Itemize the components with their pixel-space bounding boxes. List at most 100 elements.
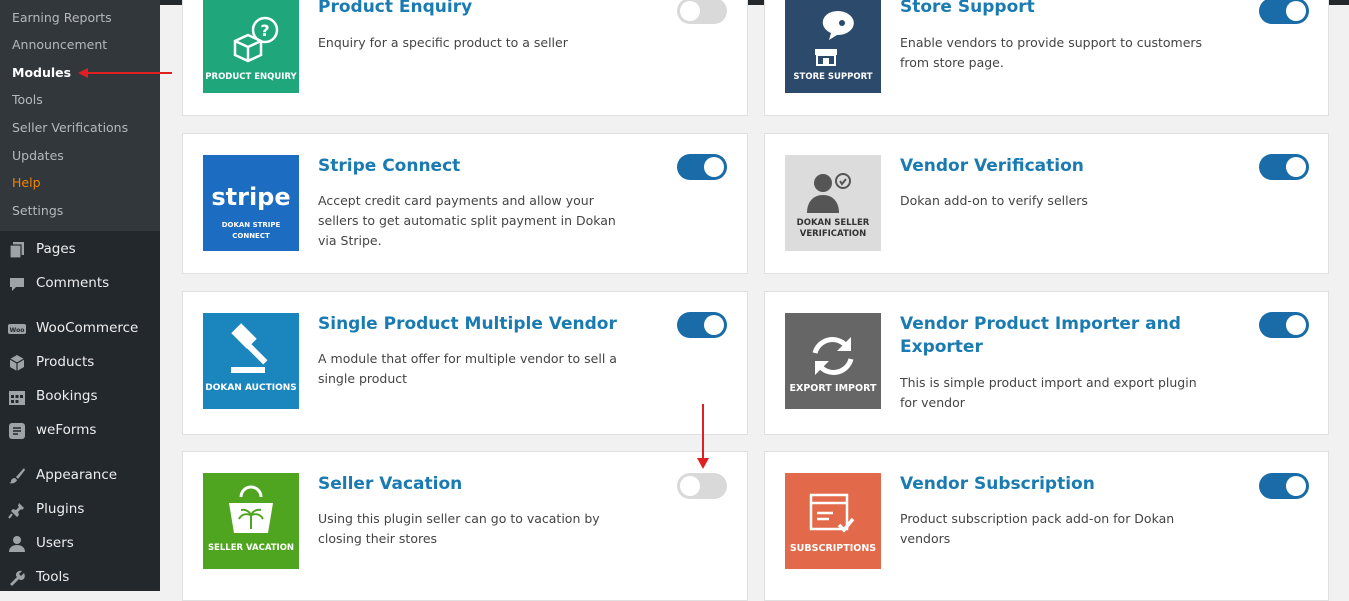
module-toggle-stripe-connect[interactable]: [677, 154, 727, 180]
desc-line: Enquiry for a specific product to a sell…: [318, 35, 568, 50]
module-title: Store Support: [900, 0, 1035, 17]
thumb-label: DOKAN AUCTIONS: [205, 383, 297, 393]
plugin-icon: [8, 501, 26, 519]
title-line: Exporter: [900, 337, 983, 357]
module-toggle-vendor-product-importer[interactable]: [1259, 312, 1309, 338]
menu-label: Comments: [36, 275, 110, 291]
submenu-earning-reports[interactable]: Earning Reports: [12, 10, 112, 25]
module-description: A module that offer for multiple vendor …: [318, 349, 617, 389]
menu-appearance[interactable]: Appearance: [0, 458, 160, 492]
module-thumbnail: EXPORT IMPORT: [785, 313, 881, 409]
paintbrush-icon: [8, 467, 26, 485]
menu-label: weForms: [36, 422, 97, 438]
thumb-label: STORE SUPPORT: [793, 72, 873, 82]
thumb-label-line: VERIFICATION: [799, 229, 867, 239]
subscription-icon: [809, 493, 855, 533]
toggle-knob: [704, 315, 724, 335]
module-toggle-vendor-subscription[interactable]: [1259, 473, 1309, 499]
module-thumbnail: STORE SUPPORT: [785, 0, 881, 93]
module-toggle-single-product-multiple-vendor[interactable]: [677, 312, 727, 338]
menu-tools[interactable]: Tools: [0, 560, 160, 594]
menu-label: Plugins: [36, 501, 85, 517]
module-thumbnail: ? PRODUCT ENQUIRY: [203, 0, 299, 93]
pages-icon: [8, 241, 26, 259]
svg-text:?: ?: [260, 21, 269, 40]
submenu-modules[interactable]: Modules: [12, 65, 71, 80]
module-toggle-product-enquiry[interactable]: [677, 0, 727, 24]
desc-line: sellers to get automatic split payment i…: [318, 213, 616, 228]
module-description: This is simple product import and export…: [900, 373, 1197, 413]
users-icon: [8, 535, 26, 553]
module-description: Enable vendors to provide support to cus…: [900, 33, 1202, 73]
menu-weforms[interactable]: weForms: [0, 413, 160, 447]
menu-woocommerce[interactable]: Woo WooCommerce: [0, 311, 160, 345]
thumb-label: SELLER VACATION: [207, 543, 295, 553]
desc-line: Accept credit card payments and allow yo…: [318, 193, 594, 208]
module-title: Vendor Verification: [900, 156, 1084, 176]
thumb-label: DOKAN STRIPE CONNECT: [221, 221, 281, 240]
module-card-product-enquiry: ? PRODUCT ENQUIRY Product Enquiry Enquir…: [182, 0, 748, 116]
desc-line: from store page.: [900, 55, 1004, 70]
weforms-icon: [8, 422, 26, 440]
products-icon: [8, 354, 26, 372]
module-card-vendor-verification: DOKAN SELLER VERIFICATION Vendor Verific…: [764, 133, 1329, 274]
submenu-updates[interactable]: Updates: [12, 148, 64, 163]
desc-line: A module that offer for multiple vendor …: [318, 351, 617, 366]
thumb-label: DOKAN SELLER VERIFICATION: [785, 218, 881, 240]
submenu-help[interactable]: Help: [12, 175, 41, 190]
menu-pages[interactable]: Pages: [0, 232, 160, 266]
menu-plugins[interactable]: Plugins: [0, 492, 160, 526]
module-thumbnail: DOKAN SELLER VERIFICATION: [785, 155, 881, 251]
module-toggle-store-support[interactable]: [1259, 0, 1309, 24]
menu-label: Bookings: [36, 388, 98, 404]
dokan-submenu: Earning Reports Announcement Modules Too…: [0, 0, 160, 231]
module-toggle-vendor-verification[interactable]: [1259, 154, 1309, 180]
module-toggle-seller-vacation[interactable]: [677, 473, 727, 499]
module-description: Dokan add-on to verify sellers: [900, 191, 1088, 211]
menu-label: Tools: [36, 569, 70, 585]
thumb-label: PRODUCT ENQUIRY: [205, 72, 297, 82]
sync-arrows-icon: [812, 337, 854, 375]
toggle-knob: [1286, 1, 1306, 21]
desc-line: This is simple product import and export…: [900, 375, 1197, 390]
module-card-stripe-connect: stripe DOKAN STRIPE CONNECT Stripe Conne…: [182, 133, 748, 274]
toggle-knob: [680, 476, 700, 496]
submenu-tools[interactable]: Tools: [12, 92, 43, 107]
comments-icon: [8, 275, 26, 293]
toggle-knob: [1286, 476, 1306, 496]
stripe-icon: stripe: [211, 183, 291, 211]
desc-line: closing their stores: [318, 531, 438, 546]
desc-line: vendors: [900, 531, 951, 546]
module-title: Stripe Connect: [318, 156, 461, 176]
menu-products[interactable]: Products: [0, 345, 160, 379]
module-thumbnail: SELLER VACATION: [203, 473, 299, 569]
module-title: Product Enquiry: [318, 0, 473, 17]
desc-line: single product: [318, 371, 408, 386]
submenu-seller-verifications[interactable]: Seller Verifications: [12, 120, 128, 135]
woocommerce-icon: Woo: [8, 320, 26, 338]
toggle-knob: [1286, 315, 1306, 335]
auction-gavel-icon: [231, 323, 268, 373]
desc-line: for vendor: [900, 395, 965, 410]
desc-line: via Stripe.: [318, 233, 382, 248]
menu-bookings[interactable]: Bookings: [0, 379, 160, 413]
menu-label: Products: [36, 354, 95, 370]
module-description: Accept credit card payments and allow yo…: [318, 191, 616, 251]
menu-label: Appearance: [36, 467, 118, 483]
menu-users[interactable]: Users: [0, 526, 160, 560]
annotation-arrow-down-icon: [697, 404, 709, 469]
desc-line: Enable vendors to provide support to cus…: [900, 35, 1203, 50]
thumb-label: EXPORT IMPORT: [789, 383, 877, 394]
module-thumbnail: DOKAN AUCTIONS: [203, 313, 299, 409]
desc-line: Product subscription pack add-on for Dok…: [900, 511, 1175, 526]
module-title: Seller Vacation: [318, 474, 463, 494]
wrench-icon: [8, 569, 26, 587]
toggle-knob: [680, 1, 700, 21]
submenu-settings[interactable]: Settings: [12, 203, 63, 218]
submenu-announcement[interactable]: Announcement: [12, 37, 107, 52]
module-description: Product subscription pack add-on for Dok…: [900, 509, 1174, 549]
module-card-vendor-subscription: SUBSCRIPTIONS Vendor Subscription Produc…: [764, 451, 1329, 601]
admin-sidebar: Earning Reports Announcement Modules Too…: [0, 0, 160, 591]
menu-comments[interactable]: Comments: [0, 266, 160, 300]
module-title: Vendor Product Importer and Exporter: [900, 313, 1181, 359]
